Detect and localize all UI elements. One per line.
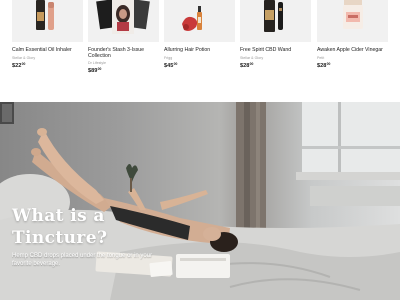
product-brand: Stellar & Glory	[12, 56, 36, 60]
product-image[interactable]	[240, 0, 311, 42]
product-brand: Dr Lifestyle	[88, 61, 106, 65]
product-image[interactable]	[164, 0, 235, 42]
product-brand: Frigg	[164, 56, 173, 60]
product-price: $8900	[88, 67, 102, 74]
product-card[interactable]: Allurring Hair Potion Frigg $4500	[164, 0, 235, 95]
product-price: $2800	[317, 62, 331, 69]
magazine-collection-icon	[96, 0, 150, 34]
product-image[interactable]	[12, 0, 83, 42]
product-name[interactable]: Calm Essential Oil Inhaler	[12, 47, 86, 53]
product-brand: Petit	[317, 56, 325, 60]
product-price: $2200	[12, 62, 26, 69]
product-card[interactable]: Founder's Stash 3-Issue Collection Dr Li…	[88, 0, 159, 95]
product-card[interactable]: Calm Essential Oil Inhaler Stellar & Glo…	[12, 0, 83, 95]
product-carousel: Calm Essential Oil Inhaler Stellar & Glo…	[0, 0, 400, 102]
hero-photo	[0, 102, 400, 300]
product-name[interactable]: Allurring Hair Potion	[164, 47, 238, 53]
product-image[interactable]	[88, 0, 159, 42]
product-name[interactable]: Founder's Stash 3-Issue Collection	[88, 47, 162, 60]
product-card[interactable]: Awaken Apple Cider Vinegar Petit $2800	[317, 0, 388, 95]
product-price: $4500	[164, 62, 178, 69]
hero-title: What is a Tincture?	[12, 206, 108, 248]
product-name[interactable]: Free Spirit CBD Wand	[240, 47, 314, 53]
product-brand: Stellar & Glory	[240, 56, 264, 60]
hair-potion-icon	[182, 6, 202, 31]
oil-inhaler-icon	[36, 0, 54, 30]
hero-banner[interactable]: What is a Tincture? Hemp CBD drops place…	[0, 102, 400, 300]
product-image[interactable]	[317, 0, 388, 42]
product-card[interactable]: Free Spirit CBD Wand Stellar & Glory $28…	[240, 0, 311, 95]
product-name[interactable]: Awaken Apple Cider Vinegar	[317, 47, 391, 53]
product-price: $2800	[240, 62, 254, 69]
hero-subtitle: Hemp CBD drops placed under the tongue o…	[12, 253, 153, 267]
vinegar-jar-icon	[343, 0, 363, 29]
cbd-wand-icon	[264, 0, 283, 32]
